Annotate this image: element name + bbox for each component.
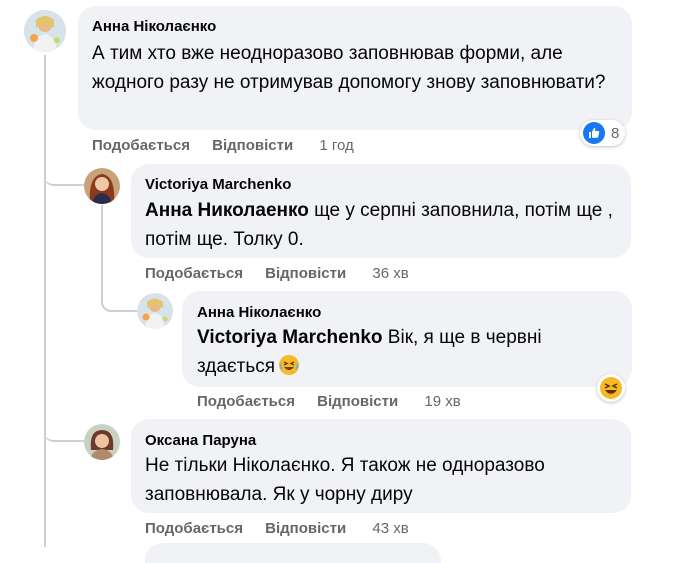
like-button[interactable]: Подобається (92, 137, 190, 155)
reply-button[interactable]: Відповісти (265, 265, 346, 283)
mention-link[interactable]: Анна Николаенко (145, 200, 309, 221)
comment-actions: Подобається Відповісти 1 год (92, 137, 354, 155)
reaction-count: 8 (611, 124, 620, 142)
haha-icon (600, 377, 622, 399)
mention-link[interactable]: Victoriya Marchenko (197, 327, 383, 348)
comment-time[interactable]: 43 хв (372, 520, 408, 538)
comment-author[interactable]: Анна Ніколаєнко (197, 304, 321, 322)
thread-connector-reply-1 (44, 150, 84, 186)
comment-text: Victoriya Marchenko Вік, я ще в червні з… (197, 323, 617, 381)
comment-actions: Подобається Відповісти 19 хв (197, 393, 461, 411)
comment-author[interactable]: Оксана Паруна (145, 432, 256, 450)
avatar-image (24, 10, 66, 52)
comment-text: Анна Николаенко ще у серпні заповнила, п… (145, 196, 615, 254)
reaction-summary[interactable]: 8 (580, 120, 626, 146)
laughing-face-emoji (279, 355, 300, 375)
comment-text: А тим хто вже неодноразово заповнював фо… (92, 43, 606, 93)
avatar[interactable] (84, 168, 120, 204)
reply-button[interactable]: Відповісти (317, 393, 398, 411)
avatar-image (84, 168, 120, 204)
thread-connector-reply-2 (101, 270, 138, 312)
comment-bubble-partial (145, 543, 441, 563)
like-button[interactable]: Подобається (145, 520, 243, 538)
avatar[interactable] (84, 424, 120, 460)
comment-time[interactable]: 1 год (319, 137, 353, 155)
comment-time[interactable]: 19 хв (424, 393, 460, 411)
avatar[interactable] (137, 293, 173, 329)
like-button[interactable]: Подобається (145, 265, 243, 283)
like-icon (583, 122, 605, 144)
comment-time[interactable]: 36 хв (372, 265, 408, 283)
comment-actions: Подобається Відповісти 36 хв (145, 265, 409, 283)
reaction-summary[interactable] (597, 374, 625, 402)
like-button[interactable]: Подобається (197, 393, 295, 411)
thread-connector-reply-3 (44, 400, 84, 442)
comment-author[interactable]: Victoriya Marchenko (145, 176, 291, 194)
avatar-image (137, 293, 173, 329)
reply-button[interactable]: Відповісти (265, 520, 346, 538)
comment-author[interactable]: Анна Ніколаєнко (92, 18, 216, 36)
thread-line-main (44, 55, 46, 547)
avatar-image (84, 424, 120, 460)
reply-button[interactable]: Відповісти (212, 137, 293, 155)
comment-actions: Подобається Відповісти 43 хв (145, 520, 409, 538)
avatar[interactable] (24, 10, 66, 52)
comment-text: Не тільки Ніколаєнко. Я також не однораз… (145, 455, 545, 505)
